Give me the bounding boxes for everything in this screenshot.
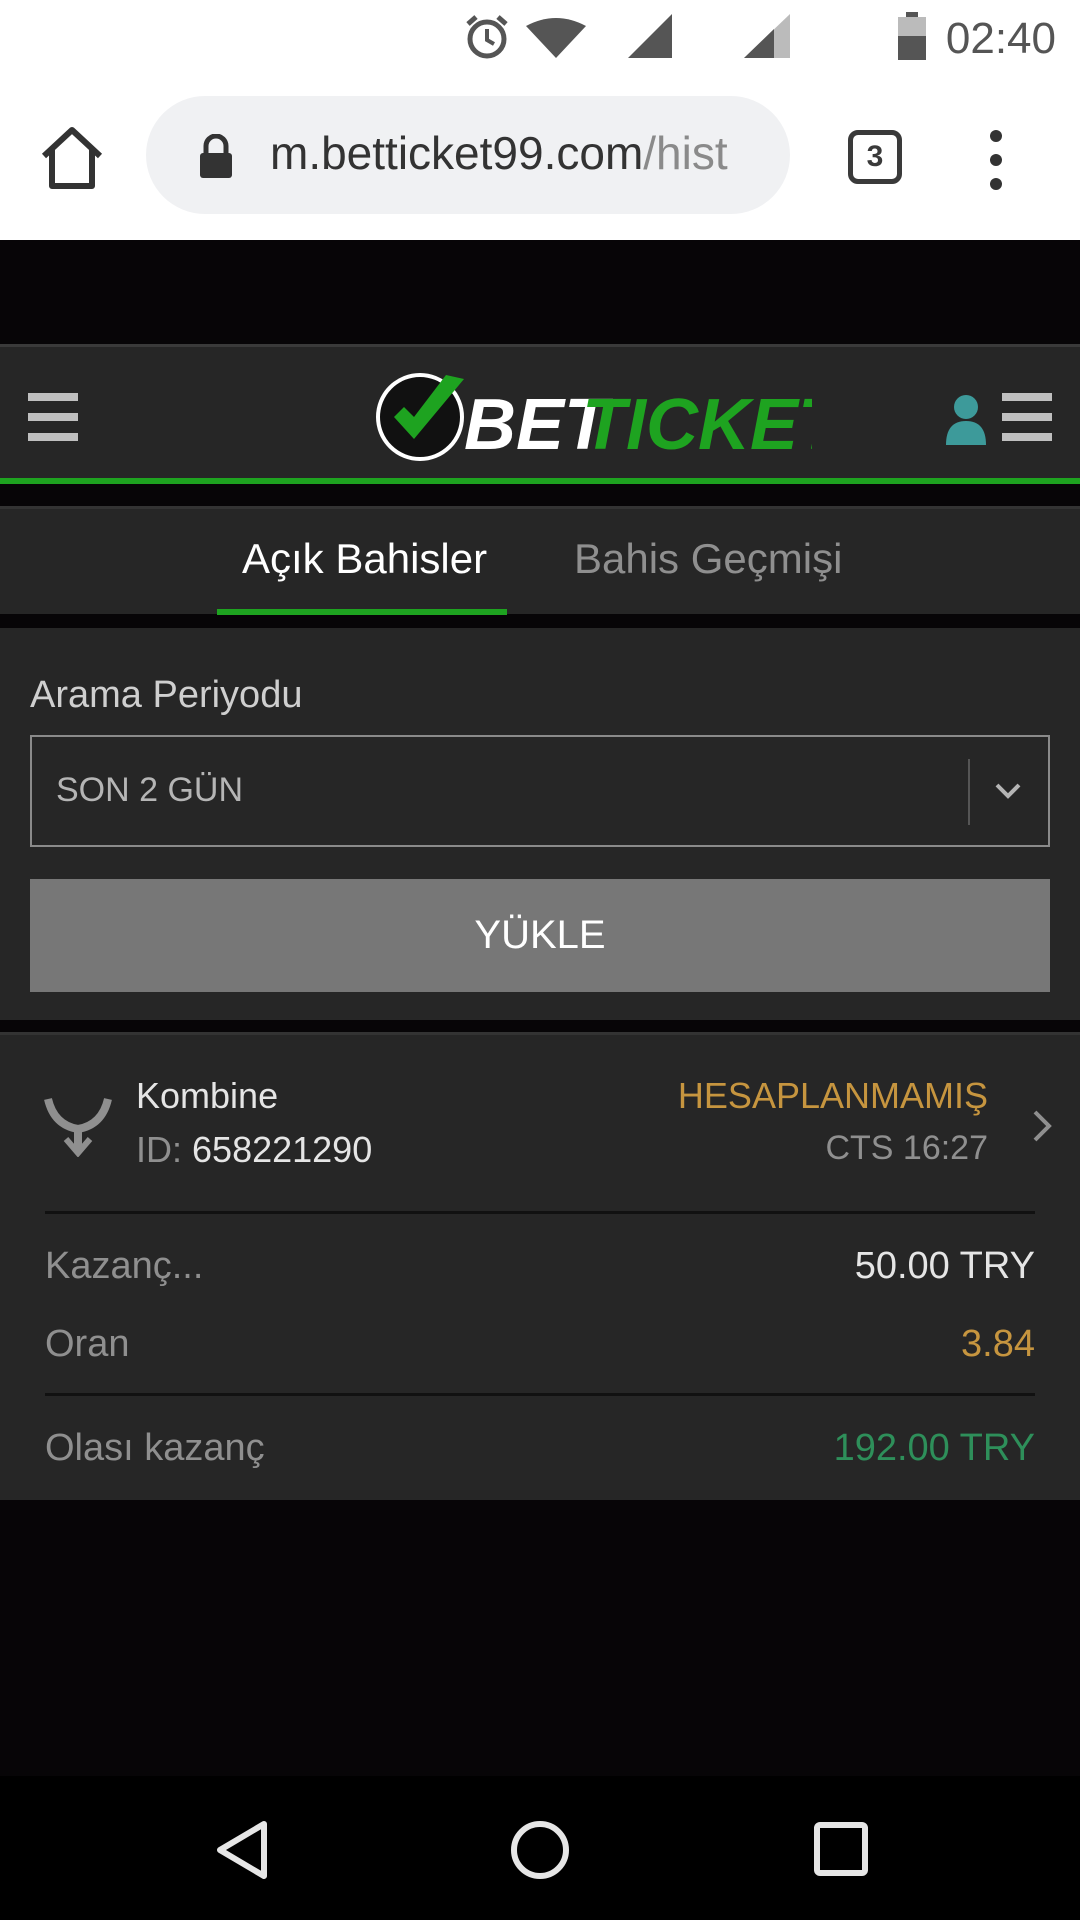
cell-signal-icon xyxy=(628,14,672,58)
bet-type: Kombine xyxy=(136,1075,279,1116)
stake-label: Kazanç... xyxy=(45,1245,204,1287)
divider xyxy=(45,1393,1035,1396)
divider xyxy=(45,1211,1035,1214)
odds-value: 3.84 xyxy=(961,1323,1035,1365)
bet-tabs: Açık Bahisler Bahis Geçmişi xyxy=(0,506,1080,615)
url-path: /hist xyxy=(643,127,728,179)
bet-time: CTS 16:27 xyxy=(825,1129,988,1167)
home-circle-icon[interactable] xyxy=(510,1820,570,1880)
search-period-label: Arama Periyodu xyxy=(30,674,303,716)
stake-value: 50.00 TRY xyxy=(854,1245,1035,1287)
betticket-logo[interactable]: BET TICKET xyxy=(372,369,812,465)
search-filter-panel: Arama Periyodu SON 2 GÜN YÜKLE xyxy=(0,628,1080,1020)
user-icon[interactable] xyxy=(944,393,988,445)
browser-toolbar: m.betticket99.com/hist 3 xyxy=(0,76,1080,240)
back-icon[interactable] xyxy=(214,1820,270,1880)
secondary-menu-icon[interactable] xyxy=(1002,393,1052,441)
tab-bet-history[interactable]: Bahis Geçmişi xyxy=(574,535,842,583)
url-domain: m.betticket99.com xyxy=(270,127,644,179)
status-bar: 02:40 xyxy=(0,0,1080,76)
tab-open-bets[interactable]: Açık Bahisler xyxy=(242,535,487,583)
bet-id: ID: 658221290 xyxy=(136,1129,372,1171)
tab-switcher-button[interactable]: 3 xyxy=(848,130,902,184)
bet-card[interactable]: Kombine ID: 658221290 HESAPLANMAMIŞ CTS … xyxy=(0,1032,1080,1500)
url-text: m.betticket99.com/hist xyxy=(270,126,770,180)
home-icon[interactable] xyxy=(36,122,108,194)
select-divider xyxy=(968,759,970,825)
lock-icon xyxy=(200,134,232,178)
menu-icon[interactable] xyxy=(28,393,78,441)
bet-id-label: ID: xyxy=(136,1129,183,1170)
chevron-right-icon[interactable] xyxy=(1032,1109,1052,1143)
chevron-down-icon xyxy=(995,783,1021,799)
recents-icon[interactable] xyxy=(814,1822,868,1876)
battery-icon xyxy=(898,12,926,60)
search-period-select[interactable]: SON 2 GÜN xyxy=(30,735,1050,847)
bet-status: HESAPLANMAMIŞ xyxy=(677,1075,988,1116)
logo-text-green: TICKET xyxy=(582,385,812,465)
cell-signal-2-icon xyxy=(744,14,790,58)
combo-bet-icon xyxy=(44,1097,112,1157)
bet-id-value: 658221290 xyxy=(192,1129,373,1170)
more-options-icon[interactable] xyxy=(980,128,1012,192)
potential-win-value: 192.00 TRY xyxy=(833,1427,1035,1469)
potential-win-label: Olası kazanç xyxy=(45,1427,265,1469)
alarm-icon xyxy=(466,15,508,59)
active-tab-indicator xyxy=(217,609,507,615)
system-navigation-bar xyxy=(0,1776,1080,1920)
wifi-icon xyxy=(526,18,586,58)
site-header: BET TICKET xyxy=(0,344,1080,484)
selected-period: SON 2 GÜN xyxy=(56,771,244,809)
top-banner-area xyxy=(0,240,1080,344)
clock: 02:40 xyxy=(945,14,1056,63)
address-bar[interactable]: m.betticket99.com/hist xyxy=(146,96,790,214)
odds-label: Oran xyxy=(45,1323,130,1365)
load-button[interactable]: YÜKLE xyxy=(30,879,1050,992)
